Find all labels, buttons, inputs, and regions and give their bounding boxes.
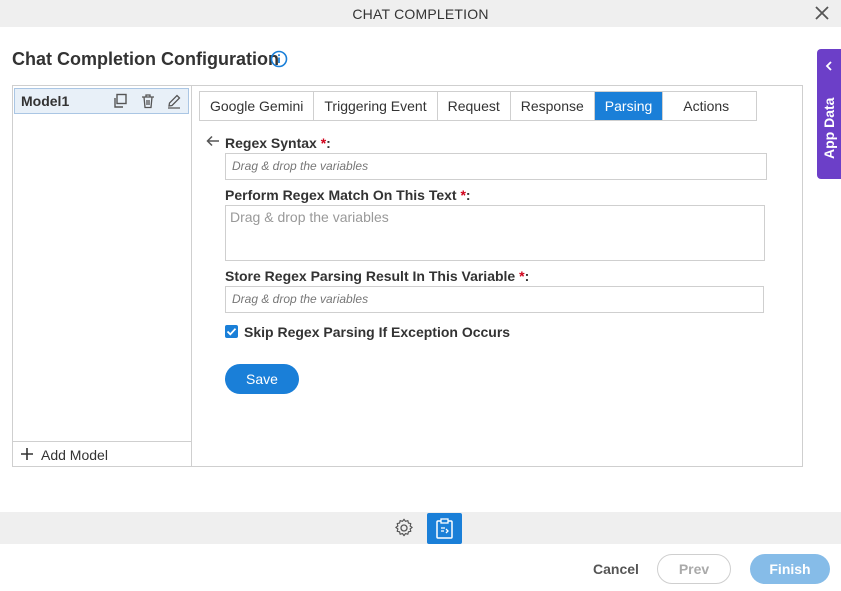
save-button[interactable]: Save (225, 364, 299, 394)
close-icon[interactable] (813, 4, 831, 22)
required-mark: * (519, 268, 525, 284)
tab-parsing[interactable]: Parsing (594, 92, 664, 120)
skip-exception-label: Skip Regex Parsing If Exception Occurs (244, 324, 511, 340)
store-result-field[interactable]: Drag & drop the variables (225, 286, 764, 313)
app-data-document-button[interactable] (427, 513, 462, 544)
footer-toolbar (0, 512, 841, 544)
back-arrow-icon[interactable] (206, 135, 220, 147)
model-list: Model1 Add Model (13, 86, 192, 466)
duplicate-icon[interactable] (112, 93, 128, 109)
configuration-panel: Model1 Add Model Google Gemini Triggerin… (12, 85, 803, 467)
tab-response[interactable]: Response (511, 92, 595, 120)
delete-icon[interactable] (140, 93, 156, 109)
add-model-button[interactable]: Add Model (13, 441, 191, 466)
model-list-item[interactable]: Model1 (14, 88, 189, 114)
dialog-titlebar: CHAT COMPLETION (0, 0, 841, 27)
document-icon (436, 518, 453, 539)
tab-triggering-event[interactable]: Triggering Event (314, 92, 438, 120)
checkmark-icon (226, 328, 237, 336)
tab-bar: Google Gemini Triggering Event Request R… (199, 91, 758, 121)
store-result-label: Store Regex Parsing Result In This Varia… (225, 268, 530, 284)
page-title: Chat Completion Configuration (12, 49, 279, 69)
info-icon[interactable] (270, 50, 288, 68)
prev-button[interactable]: Prev (657, 554, 731, 584)
tab-google-gemini[interactable]: Google Gemini (200, 92, 315, 120)
tab-actions[interactable]: Actions (663, 92, 756, 120)
tab-request[interactable]: Request (438, 92, 511, 120)
edit-icon[interactable] (166, 93, 182, 109)
match-text-label: Perform Regex Match On This Text *: (225, 187, 471, 203)
regex-syntax-field[interactable]: Drag & drop the variables (225, 153, 767, 180)
plus-icon (21, 448, 33, 460)
add-model-label: Add Model (41, 447, 108, 463)
match-text-field[interactable]: Drag & drop the variables (225, 205, 765, 261)
cancel-button[interactable]: Cancel (593, 561, 639, 577)
finish-button[interactable]: Finish (750, 554, 830, 584)
skip-exception-checkbox[interactable] (225, 325, 238, 338)
required-mark: * (320, 135, 327, 151)
required-mark: * (460, 187, 466, 203)
dialog-title: CHAT COMPLETION (352, 6, 489, 22)
model-name: Model1 (21, 93, 70, 109)
app-data-panel-toggle[interactable]: App Data (817, 49, 841, 179)
gear-icon[interactable] (393, 517, 415, 539)
app-data-label: App Data (821, 97, 837, 159)
regex-syntax-label: Regex Syntax *: (225, 135, 331, 151)
tab-content-area: Google Gemini Triggering Event Request R… (195, 86, 802, 466)
